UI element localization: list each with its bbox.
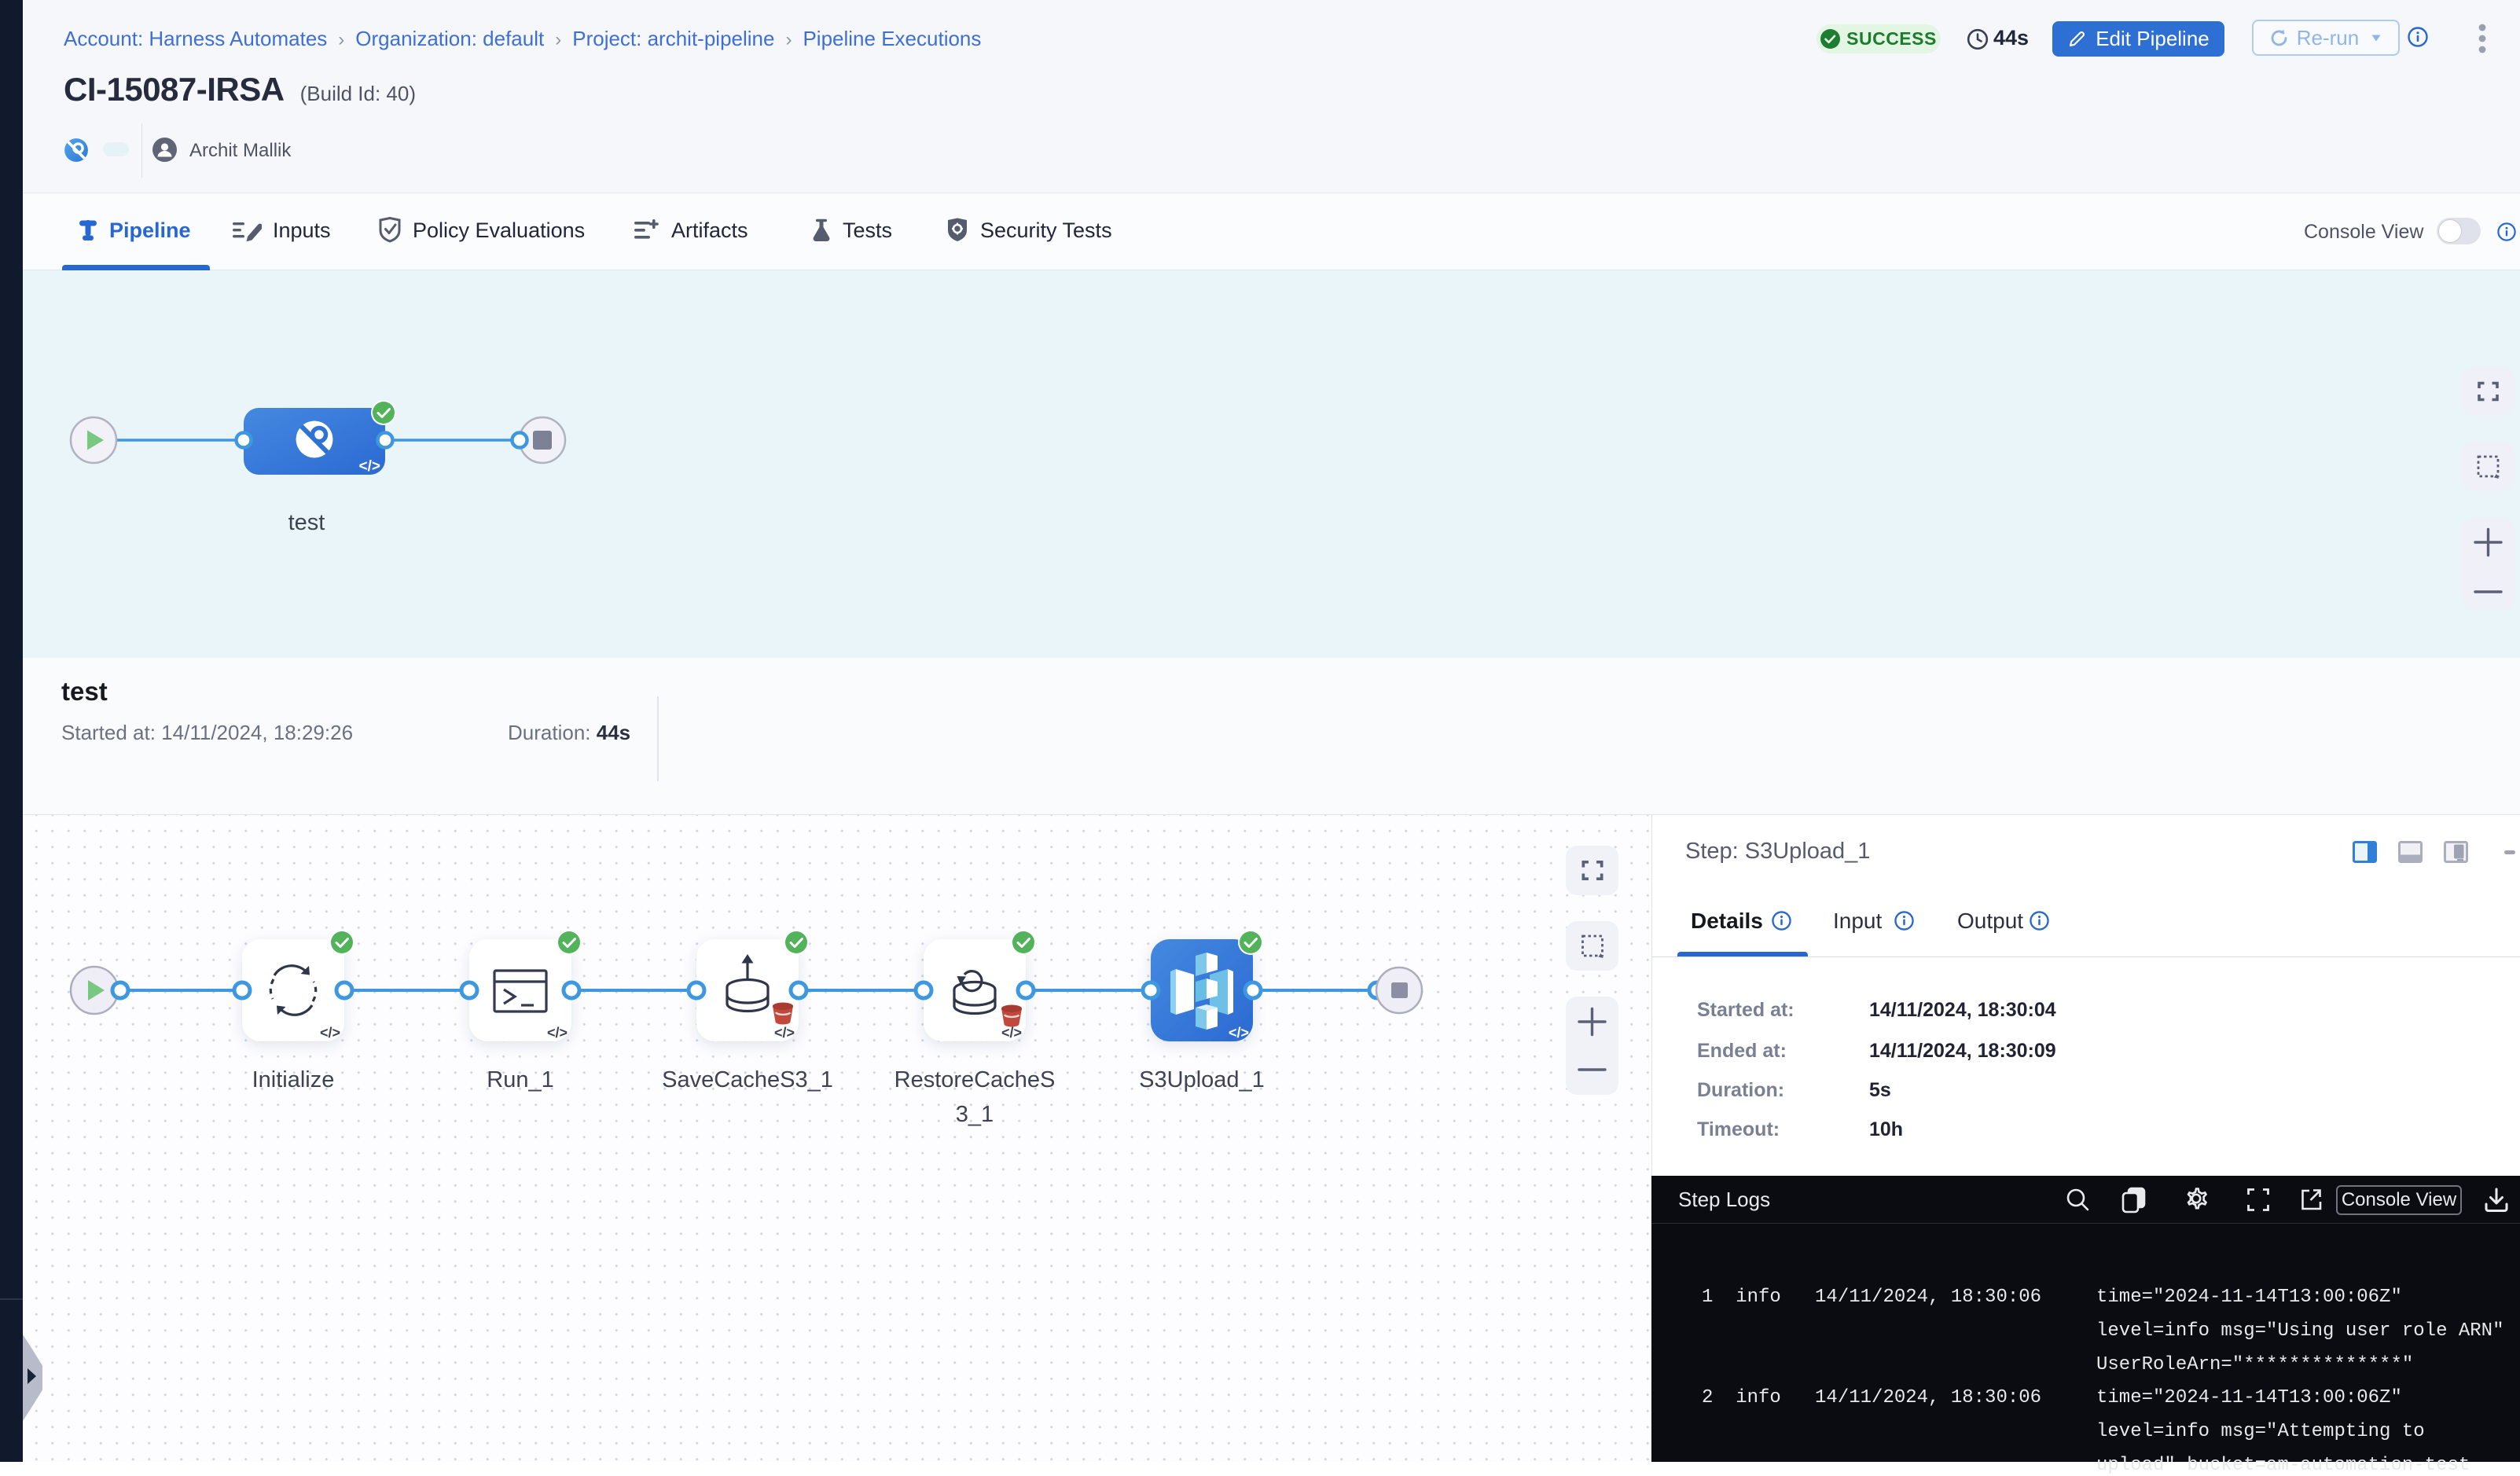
svg-text:</>: </> (1229, 1025, 1249, 1041)
svg-text:</>: </> (1001, 1025, 1022, 1041)
svg-text:</>: </> (359, 458, 380, 475)
svg-text:</>: </> (774, 1025, 795, 1041)
svg-text:</>: </> (320, 1025, 340, 1041)
svg-text:</>: </> (547, 1025, 568, 1041)
